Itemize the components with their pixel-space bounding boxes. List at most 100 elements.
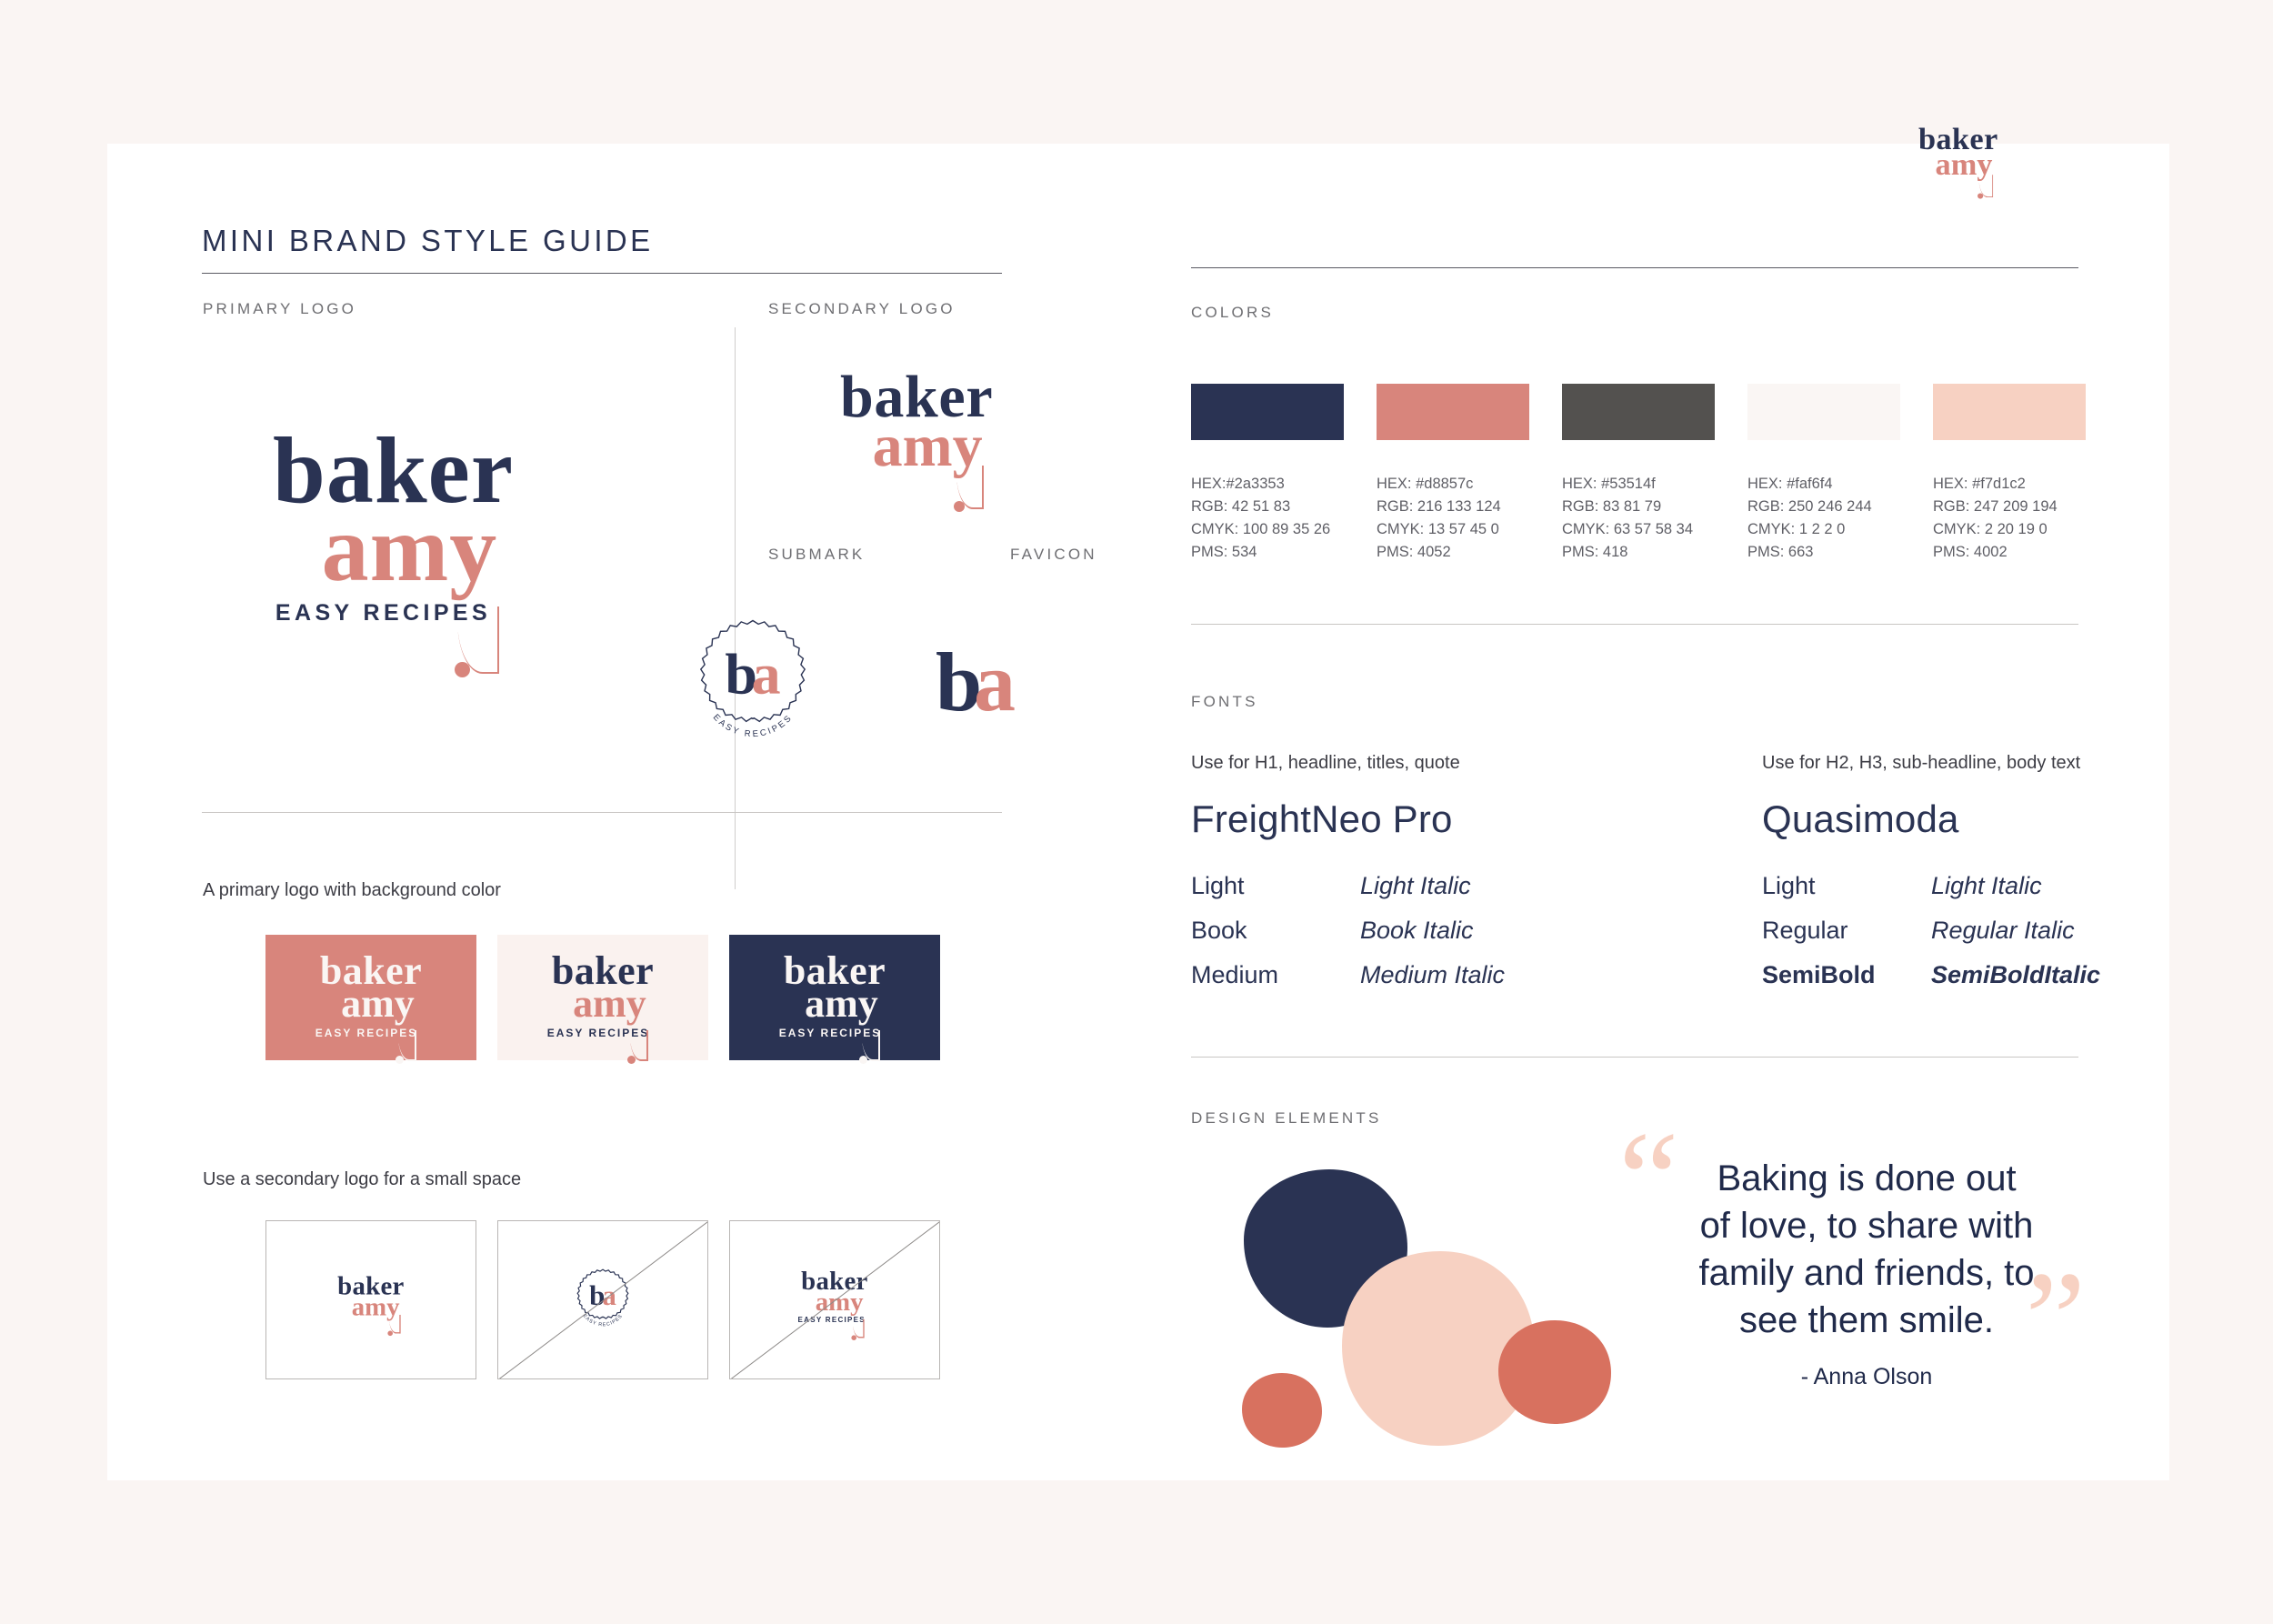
design-elements-label: DESIGN ELEMENTS	[1191, 1109, 1382, 1127]
font-weight-italic: SemiBoldItalic	[1931, 961, 2101, 988]
font-family-name: FreightNeo Pro	[1191, 797, 1453, 840]
secondary-logo-label: SECONDARY LOGO	[768, 300, 956, 317]
color-swatch-row: HEX:#2a3353 RGB: 42 51 83 CMYK: 100 89 35 …	[1191, 384, 2086, 564]
quote-line: Baking is done out	[1717, 1158, 2017, 1198]
fonts-rule	[1191, 1057, 2078, 1058]
color-hex: HEX: #faf6f4	[1747, 476, 1833, 492]
font-weight-roman: Medium	[1191, 961, 1279, 988]
color-chip	[1191, 384, 1344, 440]
logo-amy: amy	[805, 980, 878, 1026]
quote-line: of love, to share with	[1699, 1206, 2034, 1246]
color-pms: PMS: 4002	[1933, 544, 2008, 561]
small-space-box-primary-logo-too-small: baker amy EASY RECIPES	[729, 1220, 940, 1379]
color-hex: HEX: #f7d1c2	[1933, 476, 2026, 492]
small-space-box-secondary-logo-ok: baker amy	[265, 1220, 476, 1379]
submark-label: SUBMARK	[768, 546, 866, 563]
font-weight-roman: Book	[1191, 917, 1247, 944]
swash-dot	[455, 662, 470, 677]
swash-dot	[859, 1055, 868, 1064]
brand-quote: “ ” Baking is done out of love, to share …	[1618, 1111, 2086, 1451]
swash-dot	[627, 1055, 636, 1064]
svg-text:EASY RECIPES: EASY RECIPES	[582, 1313, 625, 1328]
font-weight-italic: Medium Italic	[1360, 961, 1506, 988]
font-column-2: Use for H2, H3, sub-headline, body text Q…	[1762, 753, 2217, 989]
font-weight-roman: SemiBold	[1762, 961, 1876, 988]
color-cmyk: CMYK: 13 57 45 0	[1377, 521, 1499, 538]
color-pms: PMS: 418	[1562, 544, 1628, 561]
fonts-label: FONTS	[1191, 693, 1258, 710]
quote-text: Baking is done out of love, to share with…	[1653, 1142, 2080, 1344]
quote-line: see them smile.	[1738, 1300, 1995, 1340]
font-weight-roman: Light	[1191, 872, 1245, 899]
logo-bg-swatch-cream: baker amy EASY RECIPES	[497, 935, 708, 1064]
font-family-name: Quasimoda	[1762, 797, 1959, 840]
color-pms: PMS: 534	[1191, 544, 1257, 561]
logo-bg-swatch-navy: baker amy EASY RECIPES	[729, 935, 940, 1064]
swash-dot	[851, 1334, 856, 1340]
design-elements-blobs	[1226, 1153, 1626, 1453]
font-weight-italic: Regular Italic	[1931, 917, 2075, 944]
style-guide-card: MINI BRAND STYLE GUIDE baker amy PRIMARY…	[107, 124, 2169, 1480]
color-rgb: RGB: 247 209 194	[1933, 498, 2058, 516]
secondary-logo-amy: amy	[872, 413, 983, 479]
style-guide-page: MINI BRAND STYLE GUIDE baker amy PRIMARY…	[0, 0, 2273, 1624]
do-not-use-strike	[498, 1221, 707, 1378]
primary-logo-amy: amy	[321, 496, 498, 601]
font-weight-italic: Light Italic	[1931, 872, 2042, 899]
color-hex: HEX: #d8857c	[1377, 476, 1474, 492]
color-swatch-3: HEX: #53514f RGB: 83 81 79 CMYK: 63 57 58 …	[1562, 384, 1715, 564]
favicon-mark: ba	[907, 615, 1044, 753]
color-swatch-4: HEX: #faf6f4 RGB: 250 246 244 CMYK: 1 2 2 …	[1747, 384, 1900, 564]
logo-lockup: baker amy EASY RECIPES	[798, 1268, 867, 1340]
logo-lockup: baker amy EASY RECIPES	[315, 950, 422, 1064]
title-rule	[202, 273, 1002, 274]
color-rgb: RGB: 42 51 83	[1191, 498, 1291, 516]
small-space-note: Use a secondary logo for a small space	[203, 1169, 522, 1189]
logo-lockup: baker amy	[337, 1273, 404, 1337]
small-space-box-row: bakeramyEASY RECIPESbabakeramyEASY RECIP…	[265, 1220, 940, 1379]
primary-logo-tagline: EASY RECIPES	[275, 600, 492, 626]
color-hex: HEX: #53514f	[1562, 476, 1656, 492]
do-not-use-strike	[730, 1221, 939, 1378]
font-weight-italic: Light Italic	[1360, 872, 1471, 899]
submark-badge: EASY RECIPES ba	[684, 615, 822, 753]
color-swatch-5: HEX: #f7d1c2 RGB: 247 209 194 CMYK: 2 20 1…	[1933, 384, 2086, 564]
font-weight-italic: Book Italic	[1360, 917, 1474, 944]
brand-name-line2: amy	[1935, 147, 1993, 182]
font-column-1: Use for H1, headline, titles, quote Freig…	[1191, 753, 1646, 989]
primary-logo: baker amy EASY RECIPES	[273, 424, 514, 677]
color-rgb: RGB: 216 133 124	[1377, 498, 1501, 516]
logo-lockup: baker amy EASY RECIPES	[547, 950, 654, 1064]
logo-bg-swatch-coral: baker amy EASY RECIPES	[265, 935, 476, 1064]
submark-monogram: ba	[569, 1281, 636, 1309]
swash-dot	[1978, 193, 1984, 199]
bg-color-note: A primary logo with background color	[203, 880, 501, 900]
font-usage-note: Use for H1, headline, titles, quote	[1191, 753, 1460, 773]
color-cmyk: CMYK: 63 57 58 34	[1562, 521, 1694, 538]
color-rgb: RGB: 250 246 244	[1747, 498, 1872, 516]
color-chip	[1562, 384, 1715, 440]
color-pms: PMS: 663	[1747, 544, 1814, 561]
favicon-label: FAVICON	[1010, 546, 1097, 563]
fonts-columns: Use for H1, headline, titles, quote Freig…	[1191, 753, 2217, 989]
color-rgb: RGB: 83 81 79	[1562, 498, 1662, 516]
color-cmyk: CMYK: 100 89 35 26	[1191, 521, 1331, 538]
primary-logo-bg-swatch-row: baker amy EASY RECIPES baker amy EASY RECIPES…	[265, 935, 940, 1064]
left-section-rule	[202, 812, 1002, 813]
secondary-logo: baker amy	[840, 367, 993, 512]
svg-text:EASY RECIPES: EASY RECIPES	[711, 712, 795, 739]
color-pms: PMS: 4052	[1377, 544, 1451, 561]
font-weight-roman: Light	[1762, 872, 1816, 899]
submark-monogram: ba	[684, 645, 822, 704]
color-chip	[1377, 384, 1529, 440]
monogram-a: a	[973, 636, 1016, 729]
color-cmyk: CMYK: 2 20 19 0	[1933, 521, 2048, 538]
color-chip	[1933, 384, 2086, 440]
column-divider	[735, 327, 736, 889]
logo-lockup: baker amy EASY RECIPES	[779, 950, 886, 1064]
quote-attribution: - Anna Olson	[1800, 1364, 1933, 1389]
logo-tagline: EASY RECIPES	[546, 1026, 650, 1039]
logo-tagline: EASY RECIPES	[778, 1026, 882, 1039]
color-swatch-1: HEX:#2a3353 RGB: 42 51 83 CMYK: 100 89 35 …	[1191, 384, 1344, 564]
color-swatch-2: HEX: #d8857c RGB: 216 133 124 CMYK: 13 57 …	[1377, 384, 1529, 564]
